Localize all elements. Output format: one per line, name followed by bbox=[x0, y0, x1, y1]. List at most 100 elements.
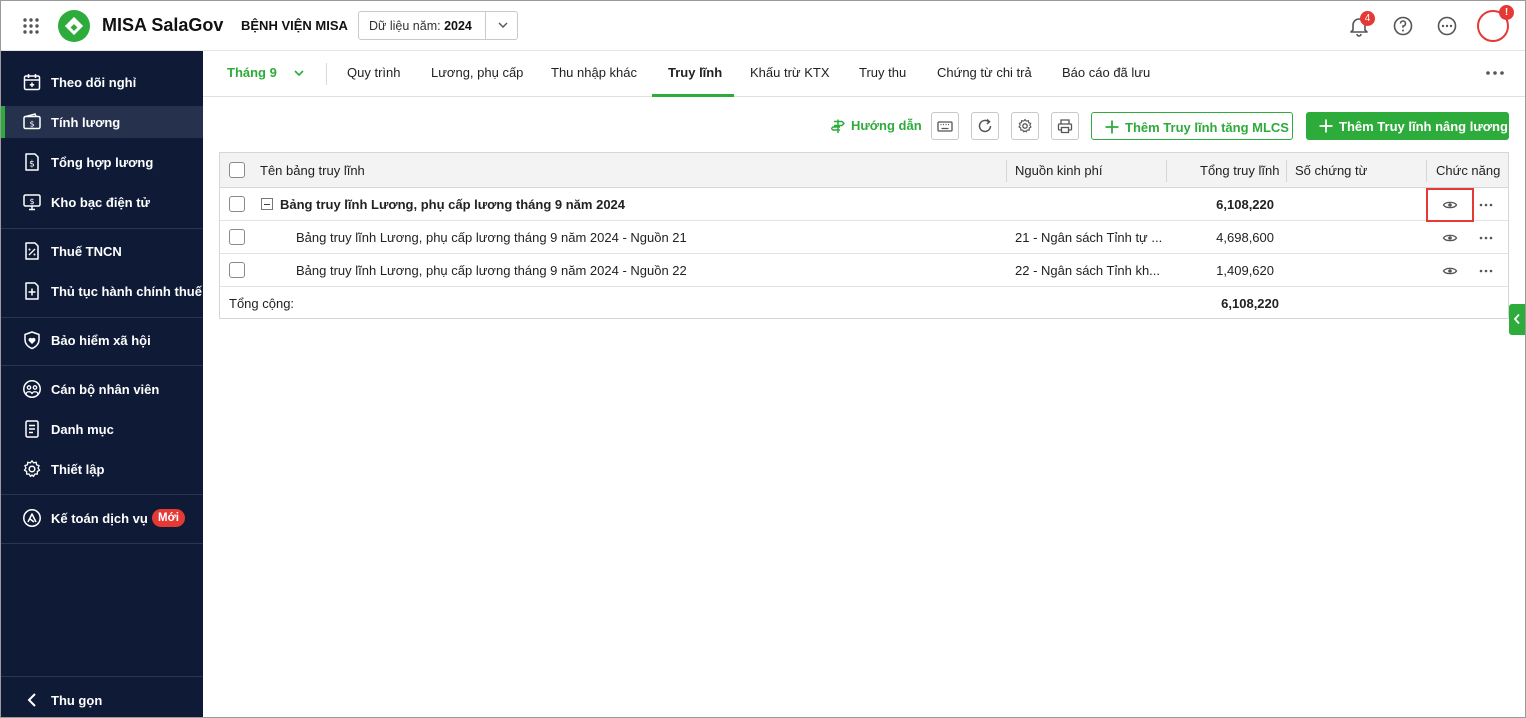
sidebar-item-personal-income-tax[interactable]: Thuế TNCN bbox=[1, 235, 203, 267]
row-total: 6,108,220 bbox=[1216, 197, 1274, 212]
eye-icon[interactable] bbox=[1442, 197, 1458, 213]
settings-button[interactable] bbox=[1011, 112, 1039, 140]
sidebar-divider bbox=[1, 317, 203, 318]
plus-icon bbox=[1105, 120, 1119, 134]
sidebar-divider bbox=[1, 365, 203, 366]
column-header-actions: Chức năng bbox=[1436, 163, 1501, 178]
sidebar-item-label: Danh mục bbox=[51, 422, 114, 437]
row-funding-source: 22 - Ngân sách Tỉnh kh... bbox=[1015, 263, 1161, 278]
column-divider[interactable] bbox=[1006, 160, 1007, 182]
keyboard-shortcuts-button[interactable] bbox=[931, 112, 959, 140]
sidebar-item-label: Thiết lập bbox=[51, 462, 105, 477]
column-header-total-arrears[interactable]: Tổng truy lĩnh bbox=[1200, 163, 1280, 178]
table-row-group[interactable]: Bảng truy lĩnh Lương, phụ cấp lương thán… bbox=[220, 188, 1508, 222]
side-panel-toggle[interactable] bbox=[1509, 304, 1525, 335]
document-dollar-icon: $ bbox=[25, 153, 39, 171]
eye-icon[interactable] bbox=[1442, 263, 1458, 279]
add-mlcs-arrears-label: Thêm Truy lĩnh tăng MLCS bbox=[1125, 120, 1289, 135]
more-horizontal-icon[interactable] bbox=[1485, 65, 1505, 81]
add-mlcs-arrears-button[interactable]: Thêm Truy lĩnh tăng MLCS bbox=[1091, 112, 1293, 140]
svg-text:$: $ bbox=[29, 160, 35, 170]
footer-total: 6,108,220 bbox=[1221, 296, 1279, 311]
organization-name: BỆNH VIỆN MISA bbox=[241, 18, 348, 33]
sidebar-collapse-button[interactable]: Thu gọn bbox=[1, 684, 203, 716]
column-divider[interactable] bbox=[1286, 160, 1287, 182]
sidebar-divider bbox=[1, 228, 203, 229]
sidebar-divider bbox=[1, 543, 203, 544]
sidebar-item-label: Bảo hiểm xã hội bbox=[51, 333, 151, 348]
row-checkbox[interactable] bbox=[229, 229, 245, 245]
sidebar-item-accounting-service[interactable]: Kế toán dịch vụ Mới bbox=[1, 502, 203, 534]
table-row[interactable]: Bảng truy lĩnh Lương, phụ cấp lương thán… bbox=[220, 221, 1508, 254]
column-divider[interactable] bbox=[1426, 160, 1427, 182]
signpost-icon bbox=[831, 119, 845, 133]
row-total: 1,409,620 bbox=[1216, 263, 1274, 278]
sidebar-item-tax-procedures[interactable]: Thủ tục hành chính thuế bbox=[1, 275, 203, 307]
sidebar-divider bbox=[1, 676, 203, 677]
data-year-select[interactable]: Dữ liệu năm: 2024 bbox=[358, 11, 518, 40]
tab-dormitory-deduction[interactable]: Khấu trừ KTX bbox=[750, 65, 830, 80]
row-total: 4,698,600 bbox=[1216, 230, 1274, 245]
new-badge: Mới bbox=[152, 509, 185, 527]
table-header: Tên bảng truy lĩnh Nguồn kinh phí Tổng t… bbox=[220, 153, 1508, 188]
sidebar-item-payroll-summary[interactable]: $ Tổng hợp lương bbox=[1, 146, 203, 178]
row-name: Bảng truy lĩnh Lương, phụ cấp lương thán… bbox=[280, 197, 626, 212]
sidebar-item-e-treasury[interactable]: $ Kho bạc điện tử bbox=[1, 186, 203, 218]
more-options-icon[interactable] bbox=[1436, 15, 1458, 37]
tab-saved-reports[interactable]: Báo cáo đã lưu bbox=[1062, 65, 1150, 80]
refresh-icon bbox=[978, 118, 992, 133]
row-name: Bảng truy lĩnh Lương, phụ cấp lương thán… bbox=[296, 230, 687, 245]
chevron-left-icon bbox=[27, 693, 36, 707]
sidebar-item-settings[interactable]: Thiết lập bbox=[1, 453, 203, 485]
footer-label: Tổng cộng: bbox=[229, 296, 295, 311]
sidebar-item-label: Cán bộ nhân viên bbox=[51, 382, 160, 397]
eye-icon[interactable] bbox=[1442, 230, 1458, 246]
tab-salary-allowance[interactable]: Lương, phụ cấp bbox=[431, 65, 523, 80]
sidebar-item-social-insurance[interactable]: Bảo hiểm xã hội bbox=[1, 324, 203, 356]
sidebar: Theo dõi nghỉ $ Tính lương $ Tổng hợp lư… bbox=[1, 51, 203, 717]
misa-logo-icon bbox=[58, 10, 90, 42]
column-divider[interactable] bbox=[1166, 160, 1167, 182]
refresh-button[interactable] bbox=[971, 112, 999, 140]
sidebar-item-label: Thủ tục hành chính thuế bbox=[51, 284, 202, 299]
data-year-text: Dữ liệu năm: 2024 bbox=[369, 19, 472, 33]
sidebar-item-label: Kế toán dịch vụ bbox=[51, 511, 148, 526]
tab-payment-vouchers[interactable]: Chứng từ chi trả bbox=[937, 65, 1032, 80]
plus-icon bbox=[1319, 119, 1333, 133]
help-icon[interactable] bbox=[1392, 15, 1414, 37]
active-tab-indicator bbox=[652, 94, 734, 97]
tab-arrears[interactable]: Truy lĩnh bbox=[668, 65, 722, 80]
tab-bar: Tháng 9 Quy trình Lương, phụ cấp Thu nhậ… bbox=[203, 51, 1525, 97]
guide-label: Hướng dẫn bbox=[851, 118, 922, 133]
column-header-voucher-number[interactable]: Số chứng từ bbox=[1295, 163, 1367, 178]
tab-other-income[interactable]: Thu nhập khác bbox=[551, 65, 637, 80]
row-checkbox[interactable] bbox=[229, 262, 245, 278]
collapse-toggle[interactable] bbox=[261, 198, 273, 210]
sidebar-item-label: Thuế TNCN bbox=[51, 244, 122, 259]
tab-process[interactable]: Quy trình bbox=[347, 65, 400, 80]
row-checkbox[interactable] bbox=[229, 196, 245, 212]
add-raise-arrears-button[interactable]: Thêm Truy lĩnh nâng lương bbox=[1306, 112, 1509, 140]
app-window: MISA SalaGov BỆNH VIỆN MISA Dữ liệu năm:… bbox=[0, 0, 1526, 718]
chevron-down-icon[interactable] bbox=[291, 65, 307, 81]
table-row[interactable]: Bảng truy lĩnh Lương, phụ cấp lương thán… bbox=[220, 254, 1508, 287]
select-all-checkbox[interactable] bbox=[229, 162, 245, 178]
data-year-label: Dữ liệu năm: bbox=[369, 19, 441, 33]
sidebar-item-label: Tổng hợp lương bbox=[51, 155, 154, 170]
month-selector[interactable]: Tháng 9 bbox=[227, 65, 277, 80]
sidebar-item-catalog[interactable]: Danh mục bbox=[1, 413, 203, 445]
print-button[interactable] bbox=[1051, 112, 1079, 140]
sidebar-item-leave-tracking[interactable]: Theo dõi nghỉ bbox=[1, 66, 203, 98]
column-header-funding-source[interactable]: Nguồn kinh phí bbox=[1015, 163, 1102, 178]
more-horizontal-icon[interactable] bbox=[1478, 263, 1494, 279]
notification-count-badge: 4 bbox=[1360, 11, 1375, 26]
column-header-name[interactable]: Tên bảng truy lĩnh bbox=[260, 163, 365, 178]
sidebar-item-payroll[interactable]: $ Tính lương bbox=[1, 106, 203, 138]
tab-recovery[interactable]: Truy thu bbox=[859, 65, 906, 80]
more-horizontal-icon[interactable] bbox=[1478, 197, 1494, 213]
more-horizontal-icon[interactable] bbox=[1478, 230, 1494, 246]
people-icon bbox=[23, 380, 41, 398]
sidebar-item-staff[interactable]: Cán bộ nhân viên bbox=[1, 373, 203, 405]
document-plus-icon bbox=[25, 282, 39, 300]
apps-grid-icon[interactable] bbox=[21, 16, 41, 36]
